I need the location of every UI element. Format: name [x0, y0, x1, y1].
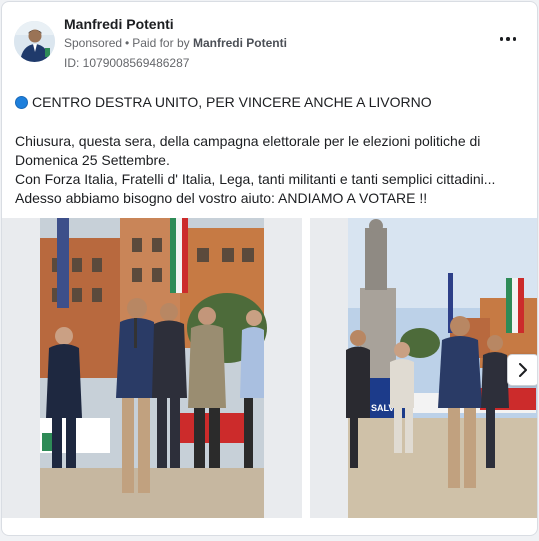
- carousel-slide[interactable]: [2, 218, 302, 518]
- avatar[interactable]: [14, 21, 55, 62]
- post-headline: CENTRO DESTRA UNITO, PER VINCERE ANCHE A…: [15, 93, 530, 112]
- separator-dot: •: [125, 36, 130, 50]
- sponsored-label: Sponsored: [64, 36, 123, 50]
- photo-speakers-at-rally: [2, 218, 302, 518]
- post-text: CENTRO DESTRA UNITO, PER VINCERE ANCHE A…: [15, 93, 530, 208]
- more-horizontal-icon: [498, 37, 518, 41]
- headline-text: CENTRO DESTRA UNITO, PER VINCERE ANCHE A…: [32, 94, 432, 110]
- profile-photo: [14, 21, 55, 62]
- sponsored-line: Sponsored • Paid for by Manfredi Potenti: [64, 36, 287, 50]
- body-line: Adesso abbiamo bisogno del vostro aiuto:…: [15, 190, 428, 206]
- photo-speaker-at-monument: SALVI: [310, 218, 537, 518]
- paid-for-by-name[interactable]: Manfredi Potenti: [193, 36, 287, 50]
- blue-circle-icon: [15, 96, 28, 109]
- carousel-slide[interactable]: SALVI: [310, 218, 537, 518]
- carousel-next-button[interactable]: [507, 354, 537, 386]
- ad-id: ID: 1079008569486287: [64, 56, 190, 70]
- ad-card: Manfredi Potenti Sponsored • Paid for by M…: [1, 1, 538, 536]
- body-line: Chiusura, questa sera, della campagna el…: [15, 133, 481, 168]
- image-carousel: SALVI: [2, 218, 537, 518]
- chevron-right-icon: [519, 363, 527, 377]
- author-name[interactable]: Manfredi Potenti: [64, 16, 174, 32]
- body-line: Con Forza Italia, Fratelli d' Italia, Le…: [15, 171, 496, 187]
- more-options-button[interactable]: [496, 30, 520, 48]
- paid-for-prefix: Paid for by: [132, 36, 190, 50]
